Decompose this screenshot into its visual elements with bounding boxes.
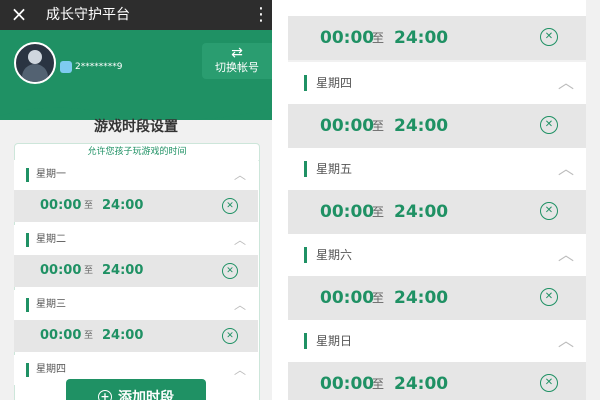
chevron-up-icon[interactable]: ︿ [558, 62, 574, 104]
range-separator: 至 [84, 331, 94, 341]
day-header[interactable]: 星期三 ︿ [14, 290, 258, 320]
end-time[interactable]: 24:00 [102, 190, 143, 222]
end-time[interactable]: 24:00 [394, 16, 448, 60]
more-menu-icon[interactable]: ⋮ [252, 4, 270, 26]
avatar [14, 42, 56, 84]
day-name: 星期六 [316, 248, 353, 262]
day-marker [26, 233, 29, 247]
remove-icon[interactable]: ✕ [540, 374, 558, 392]
app-title: 成长守护平台 [46, 7, 130, 23]
day-header[interactable] [288, 0, 586, 17]
day-marker [304, 161, 307, 177]
left-panel: × 成长守护平台 ⋮ 2********9 ⇄ 切换帐号 游戏时段设置 允许您孩… [0, 0, 272, 400]
remove-icon[interactable]: ✕ [540, 288, 558, 306]
remove-icon[interactable]: ✕ [540, 116, 558, 134]
avatar-head [28, 50, 42, 64]
day-marker [304, 247, 307, 263]
day-name: 星期日 [316, 334, 353, 348]
day-name: 星期一 [36, 169, 66, 180]
end-time[interactable]: 24:00 [394, 190, 448, 234]
time-range-row[interactable]: 00:00 至 24:00 ✕ [14, 255, 258, 287]
end-time[interactable]: 24:00 [102, 320, 143, 352]
day-header[interactable]: 星期二 ︿ [14, 225, 258, 255]
chevron-up-icon[interactable]: ︿ [234, 225, 246, 255]
start-time[interactable]: 00:00 [40, 320, 81, 352]
add-time-slot-button[interactable]: + 添加时段 [66, 379, 206, 400]
time-range-row[interactable]: 00:00 至 24:00 ✕ [288, 362, 586, 400]
qq-icon [60, 61, 72, 73]
avatar-torso [22, 64, 48, 82]
start-time[interactable]: 00:00 [40, 190, 81, 222]
start-time[interactable]: 00:00 [320, 190, 374, 234]
remove-icon[interactable]: ✕ [222, 328, 238, 344]
remove-icon[interactable]: ✕ [540, 202, 558, 220]
remove-icon[interactable]: ✕ [540, 28, 558, 46]
day-marker [26, 363, 29, 377]
chevron-up-icon[interactable]: ︿ [558, 234, 574, 276]
plus-circle-icon: + [98, 390, 112, 400]
chevron-up-icon[interactable]: ︿ [558, 148, 574, 190]
start-time[interactable]: 00:00 [320, 362, 374, 400]
chevron-up-icon[interactable]: ︿ [234, 355, 246, 385]
time-range-row[interactable]: 00:00 至 24:00 ✕ [288, 104, 586, 148]
switch-account-label: 切换帐号 [215, 61, 259, 74]
account-id: 2********9 [75, 62, 123, 72]
day-header[interactable]: 星期五 ︿ [288, 148, 586, 191]
day-name: 星期四 [36, 364, 66, 375]
end-time[interactable]: 24:00 [102, 255, 143, 287]
switch-account-button[interactable]: ⇄ 切换帐号 [202, 43, 272, 79]
time-range-row[interactable]: 00:00 至 24:00 ✕ [288, 16, 586, 60]
title-bar: × 成长守护平台 ⋮ [0, 0, 272, 30]
remove-icon[interactable]: ✕ [222, 263, 238, 279]
end-time[interactable]: 24:00 [394, 362, 448, 400]
range-separator: 至 [84, 201, 94, 211]
day-marker [26, 168, 29, 182]
start-time[interactable]: 00:00 [320, 104, 374, 148]
day-header[interactable]: 星期六 ︿ [288, 234, 586, 277]
start-time[interactable]: 00:00 [320, 16, 374, 60]
time-range-row[interactable]: 00:00 至 24:00 ✕ [14, 320, 258, 352]
time-range-row[interactable]: 00:00 至 24:00 ✕ [288, 190, 586, 234]
end-time[interactable]: 24:00 [394, 104, 448, 148]
end-time[interactable]: 24:00 [394, 276, 448, 320]
day-name: 星期五 [316, 162, 353, 176]
range-separator: 至 [372, 205, 385, 219]
day-name: 星期三 [36, 299, 66, 310]
day-marker [304, 75, 307, 91]
range-separator: 至 [372, 119, 385, 133]
range-separator: 至 [372, 377, 385, 391]
day-marker [304, 333, 307, 349]
right-panel: 00:00 至 24:00 ✕ 星期四 ︿ 00:00 至 24:00 ✕ 星期… [288, 0, 600, 400]
chevron-up-icon[interactable]: ︿ [558, 320, 574, 362]
close-icon[interactable]: × [8, 3, 30, 25]
range-separator: 至 [372, 291, 385, 305]
start-time[interactable]: 00:00 [40, 255, 81, 287]
day-header[interactable]: 星期日 ︿ [288, 320, 586, 363]
time-range-row[interactable]: 00:00 至 24:00 ✕ [288, 276, 586, 320]
chevron-up-icon[interactable]: ︿ [234, 290, 246, 320]
remove-icon[interactable]: ✕ [222, 198, 238, 214]
day-name: 星期二 [36, 234, 66, 245]
allowed-time-hint: 允许您孩子玩游戏的时间 [15, 144, 259, 161]
switch-arrows-icon: ⇄ [231, 45, 243, 61]
day-header[interactable]: 星期四 ︿ [288, 62, 586, 105]
time-range-row[interactable]: 00:00 至 24:00 ✕ [14, 190, 258, 222]
page-title: 游戏时段设置 [94, 119, 178, 135]
day-header[interactable]: 星期一 ︿ [14, 160, 258, 190]
start-time[interactable]: 00:00 [320, 276, 374, 320]
day-marker [26, 298, 29, 312]
range-separator: 至 [84, 266, 94, 276]
add-time-slot-label: 添加时段 [118, 390, 174, 400]
day-name: 星期四 [316, 76, 353, 90]
account-info: 2********9 [60, 60, 122, 74]
chevron-up-icon[interactable]: ︿ [234, 160, 246, 190]
range-separator: 至 [372, 31, 385, 45]
